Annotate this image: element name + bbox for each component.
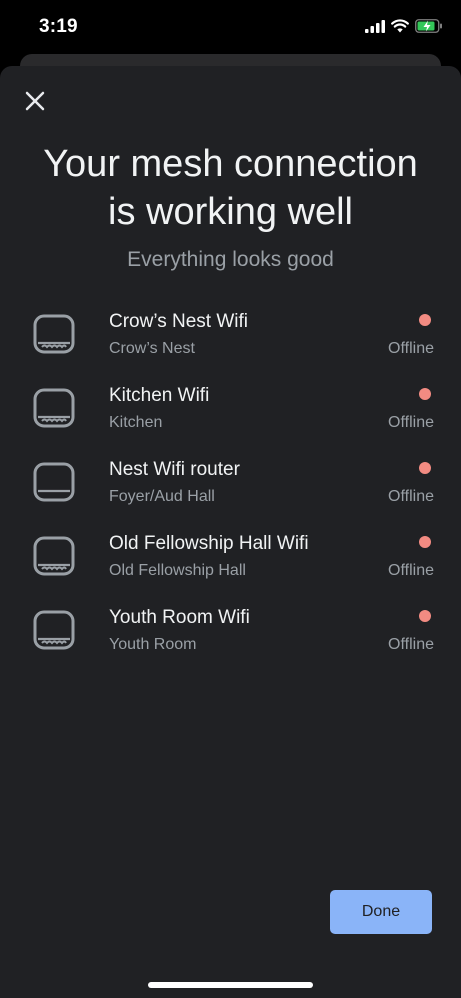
wifi-router-icon: [33, 462, 75, 502]
device-status: Offline: [388, 636, 434, 653]
device-name: Youth Room Wifi: [109, 607, 250, 628]
offline-status-dot: [419, 388, 431, 400]
status-icons: [365, 19, 443, 33]
device-room: Foyer/Aud Hall: [109, 488, 215, 505]
home-indicator[interactable]: [148, 982, 313, 988]
device-status: Offline: [388, 488, 434, 505]
device-row-kitchen[interactable]: Kitchen Wifi Kitchen Offline: [0, 379, 461, 453]
device-room: Crow’s Nest: [109, 340, 195, 357]
device-name: Nest Wifi router: [109, 459, 240, 480]
device-row-youth-room[interactable]: Youth Room Wifi Youth Room Offline: [0, 601, 461, 675]
status-bar: 3:19: [0, 0, 461, 56]
device-row-crows-nest[interactable]: Crow’s Nest Wifi Crow’s Nest Offline: [0, 305, 461, 379]
offline-status-dot: [419, 462, 431, 474]
device-name: Old Fellowship Hall Wifi: [109, 533, 309, 554]
page-title-line-1: Your mesh connection: [43, 143, 418, 185]
battery-charging-icon: [415, 19, 442, 33]
device-status: Offline: [388, 340, 434, 357]
device-status: Offline: [388, 414, 434, 431]
done-button[interactable]: Done: [330, 890, 432, 934]
page-title-line-2: is working well: [108, 191, 353, 233]
device-row-old-fellowship-hall[interactable]: Old Fellowship Hall Wifi Old Fellowship …: [0, 527, 461, 601]
device-room: Youth Room: [109, 636, 197, 653]
device-name: Crow’s Nest Wifi: [109, 311, 248, 332]
offline-status-dot: [419, 536, 431, 548]
device-status: Offline: [388, 562, 434, 579]
wifi-signal-icon: [391, 19, 409, 33]
wifi-point-icon: [33, 536, 75, 576]
wifi-point-icon: [33, 610, 75, 650]
page-subtitle: Everything looks good: [127, 248, 334, 271]
wifi-point-icon: [33, 314, 75, 354]
device-room: Old Fellowship Hall: [109, 562, 246, 579]
device-list: Crow’s Nest Wifi Crow’s Nest Offline Kit…: [0, 305, 461, 675]
close-icon[interactable]: [22, 88, 48, 114]
page-title: Your mesh connection is working well: [0, 140, 461, 236]
device-row-nest-wifi-router[interactable]: Nest Wifi router Foyer/Aud Hall Offline: [0, 453, 461, 527]
offline-status-dot: [419, 314, 431, 326]
wifi-point-icon: [33, 388, 75, 428]
cellular-signal-icon: [365, 19, 385, 33]
offline-status-dot: [419, 610, 431, 622]
device-name: Kitchen Wifi: [109, 385, 210, 406]
status-time: 3:19: [39, 16, 78, 37]
device-room: Kitchen: [109, 414, 163, 431]
